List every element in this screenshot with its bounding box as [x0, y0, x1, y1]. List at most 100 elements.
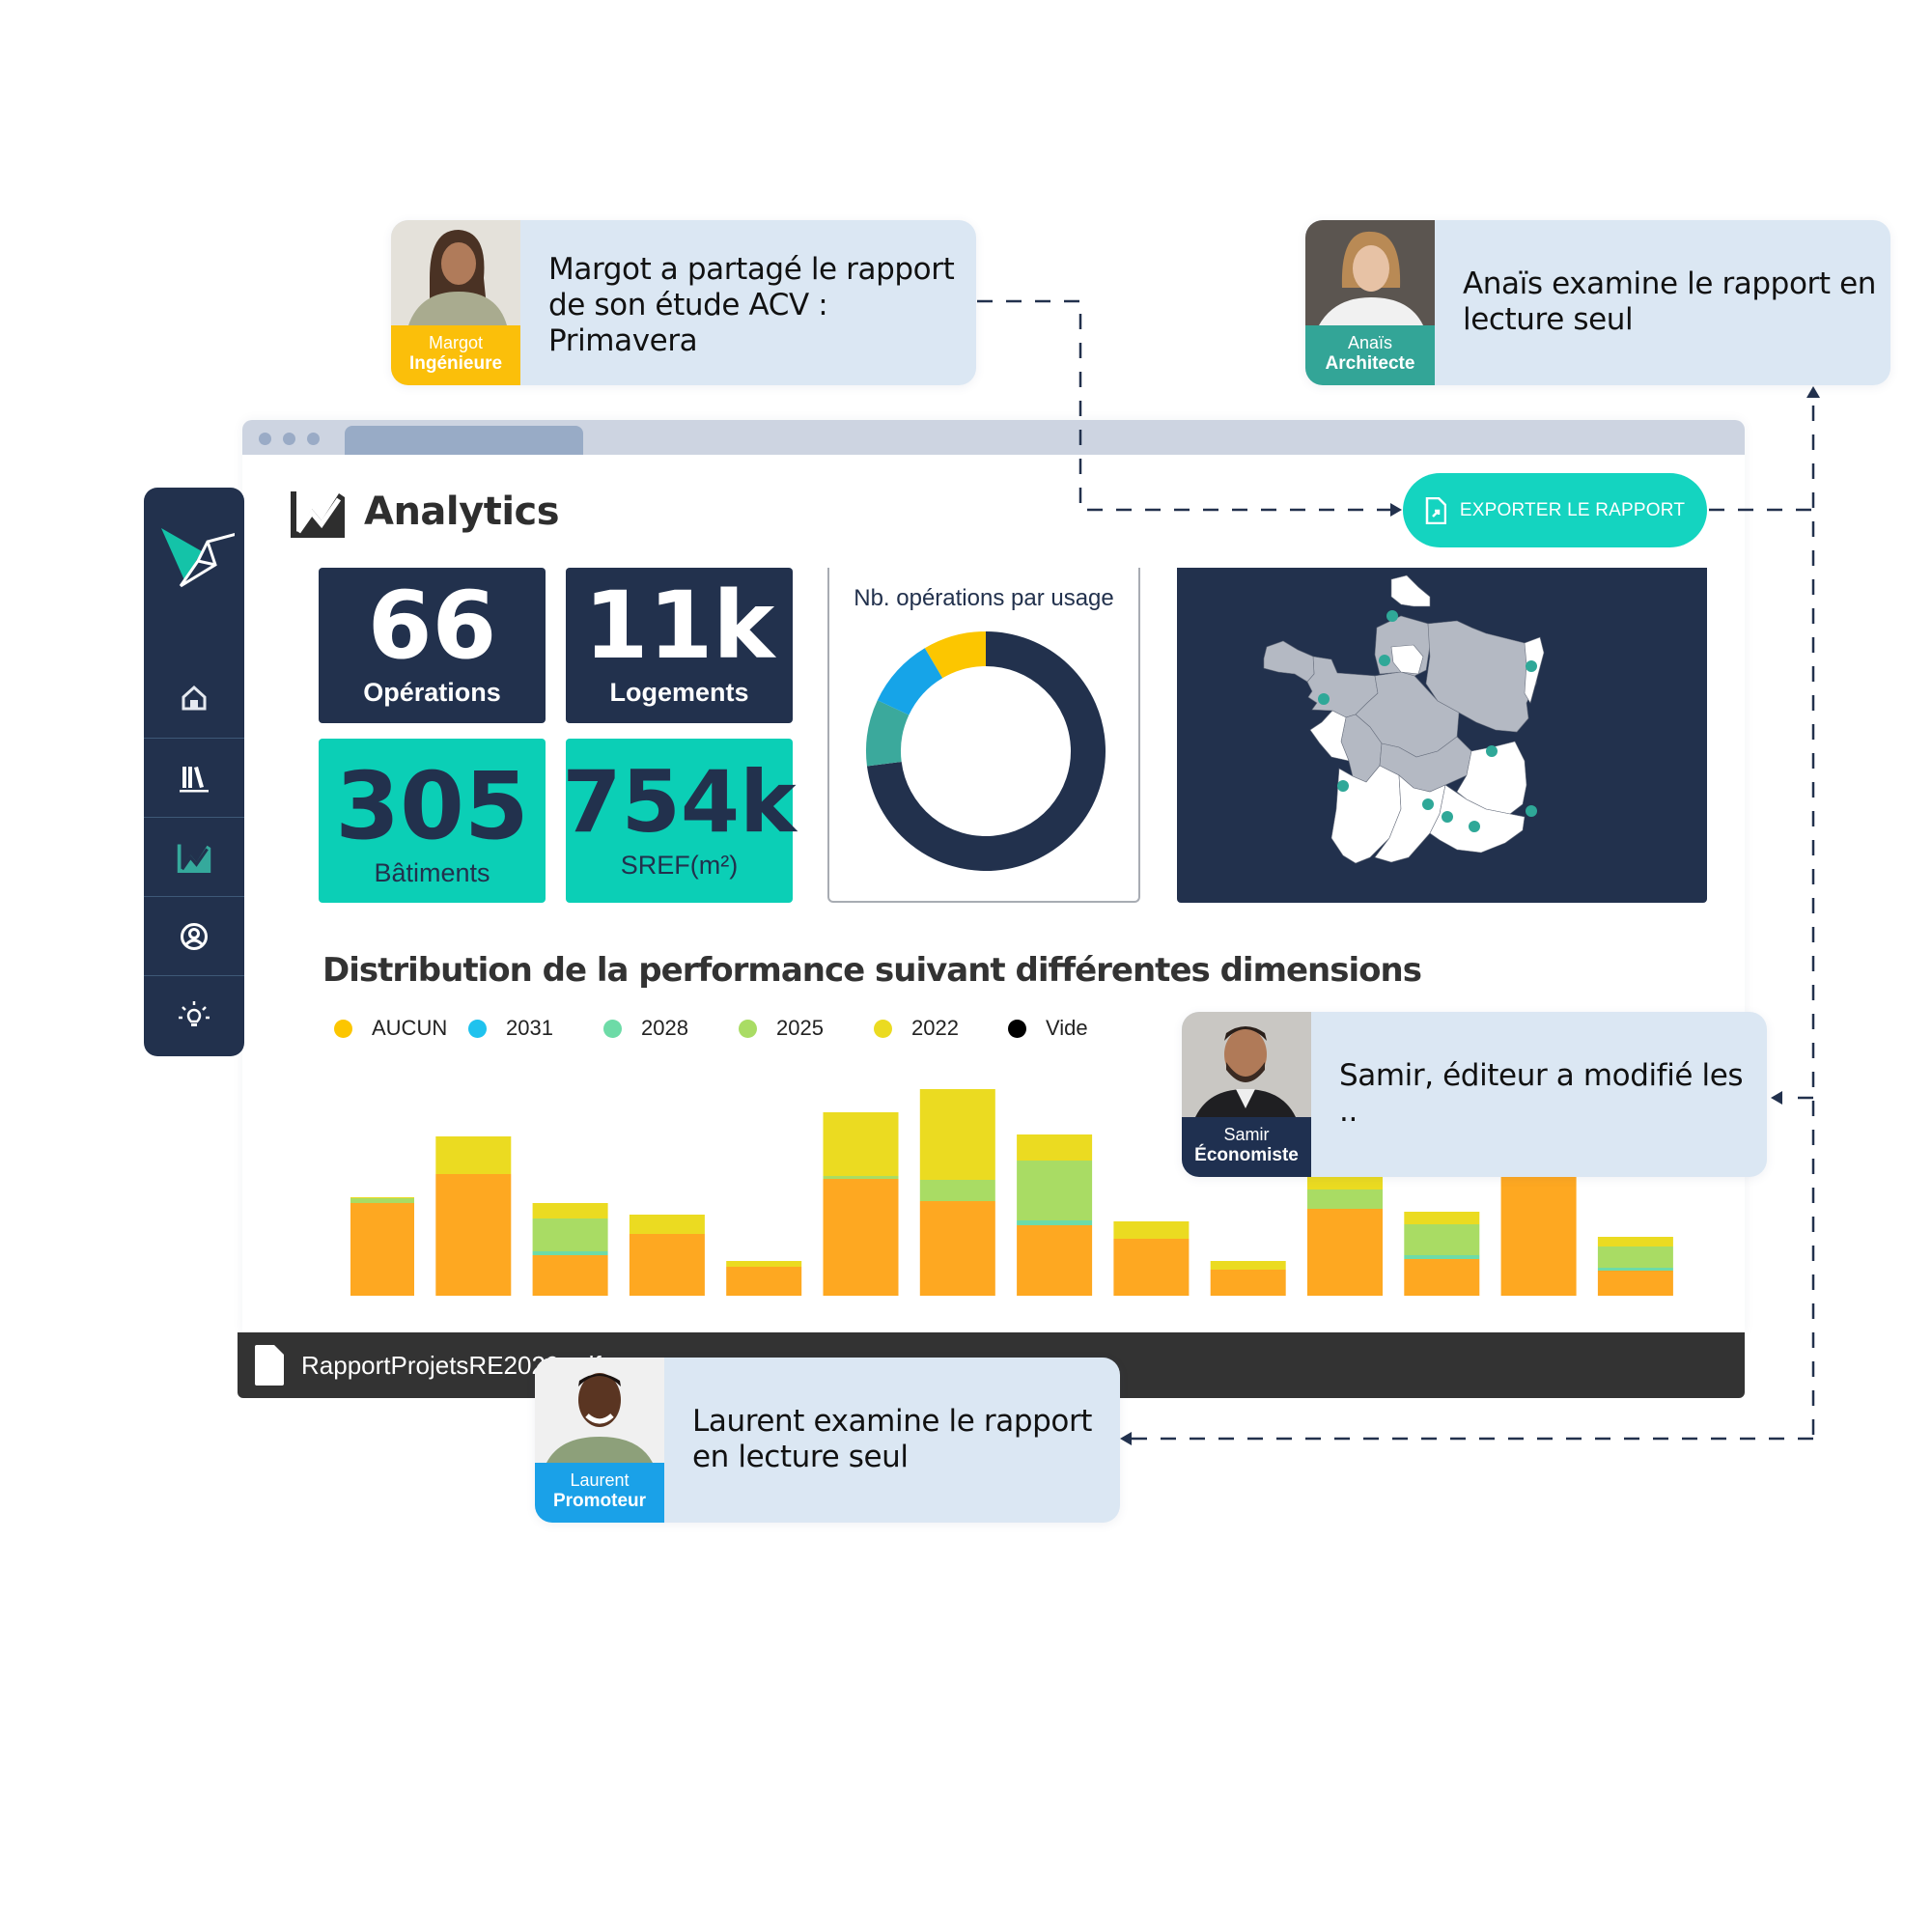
bar-segment-2028[interactable]: [1404, 1255, 1480, 1259]
bar-segment-2025[interactable]: [1597, 1246, 1673, 1268]
bar-segment-2022[interactable]: [1597, 1237, 1673, 1246]
legend-label: 2022: [911, 1016, 959, 1040]
bar-segment-2022[interactable]: [435, 1136, 512, 1174]
stat-label: Opérations: [363, 678, 501, 707]
bar-segment-aucun[interactable]: [532, 1255, 608, 1296]
legend-label: AUCUN: [372, 1016, 448, 1040]
map-marker: [1469, 821, 1480, 832]
bar-segment-aucun[interactable]: [435, 1174, 512, 1296]
legend-item[interactable]: Vide: [1008, 1016, 1088, 1041]
legend-item[interactable]: 2022: [874, 1016, 959, 1041]
bar-segment-2028[interactable]: [1017, 1220, 1093, 1225]
bar-segment-2025[interactable]: [532, 1218, 608, 1251]
bar-segment-2022[interactable]: [1404, 1212, 1480, 1224]
analytics-icon: [177, 843, 211, 873]
bar-segment-aucun[interactable]: [1017, 1225, 1093, 1296]
activity-card-anais[interactable]: Anaïs Architecte Anaïs examine le rappor…: [1305, 220, 1890, 385]
bar-segment-2025[interactable]: [919, 1180, 995, 1201]
legend-label: Vide: [1046, 1016, 1088, 1040]
window-dot-icon[interactable]: [259, 433, 271, 445]
stat-card-batiments[interactable]: 305 Bâtiments: [319, 739, 546, 903]
legend-label: 2025: [776, 1016, 824, 1040]
map-marker: [1422, 798, 1434, 810]
bar-segment-2025[interactable]: [1404, 1224, 1480, 1255]
analytics-icon: [291, 491, 345, 538]
bar-segment-2028[interactable]: [1597, 1268, 1673, 1271]
legend-label: 2031: [506, 1016, 553, 1040]
legend-item[interactable]: AUCUN: [334, 1016, 447, 1041]
bar-segment-2022[interactable]: [629, 1215, 705, 1234]
bar-segment-aucun[interactable]: [919, 1201, 995, 1296]
bar-segment-2022[interactable]: [350, 1197, 414, 1198]
donut-slice[interactable]: [924, 631, 987, 679]
legend-dot-icon: [874, 1019, 892, 1038]
bar-segment-2022[interactable]: [823, 1112, 899, 1176]
export-report-button[interactable]: EXPORTER LE RAPPORT: [1403, 473, 1707, 547]
bar-segment-2022[interactable]: [1017, 1134, 1093, 1161]
france-map-panel: [1177, 568, 1707, 903]
avatar: Margot Ingénieure: [391, 220, 520, 385]
legend-label: 2028: [641, 1016, 688, 1040]
sidebar-item-profile[interactable]: [144, 896, 244, 975]
legend-dot-icon: [739, 1019, 757, 1038]
avatar: Samir Économiste: [1182, 1012, 1311, 1177]
sidebar-item-home[interactable]: [144, 658, 244, 738]
map-marker: [1318, 693, 1330, 705]
sidebar-item-analytics[interactable]: [144, 817, 244, 896]
page-title: Analytics: [364, 490, 560, 534]
bar-segment-2025[interactable]: [1017, 1161, 1093, 1220]
bar-segment-aucun[interactable]: [629, 1234, 705, 1296]
bar-segment-2022[interactable]: [726, 1261, 802, 1267]
bar-segment-2022[interactable]: [532, 1203, 608, 1218]
bar-segment-aucun[interactable]: [1597, 1271, 1673, 1296]
bar-segment-aucun[interactable]: [1113, 1239, 1190, 1296]
map-marker: [1386, 610, 1398, 622]
legend-item[interactable]: 2025: [739, 1016, 824, 1041]
avatar-photo: [391, 220, 520, 325]
bar-segment-2022[interactable]: [919, 1089, 995, 1180]
bar-segment-2025[interactable]: [350, 1198, 414, 1203]
bar-segment-2022[interactable]: [1210, 1261, 1286, 1270]
bar-segment-aucun[interactable]: [1500, 1161, 1577, 1296]
avatar-photo: [535, 1358, 664, 1463]
donut-slice[interactable]: [877, 648, 943, 716]
bar-segment-2022[interactable]: [1113, 1221, 1190, 1239]
map-region-active: [1263, 640, 1315, 683]
export-file-icon: [1425, 496, 1446, 524]
chart-title: Distribution de la performance suivant d…: [322, 951, 1422, 990]
home-icon: [182, 685, 207, 711]
browser-tab[interactable]: [345, 426, 583, 455]
bar-segment-aucun[interactable]: [823, 1179, 899, 1296]
legend-dot-icon: [603, 1019, 622, 1038]
sidebar-item-library[interactable]: [144, 738, 244, 817]
france-map: [1263, 574, 1545, 864]
stat-card-logements[interactable]: 11k Logements: [566, 568, 793, 723]
stat-card-operations[interactable]: 66 Opérations: [319, 568, 546, 723]
legend-item[interactable]: 2028: [603, 1016, 688, 1041]
avatar: Laurent Promoteur: [535, 1358, 664, 1523]
stat-card-sref[interactable]: 754k SREF(m²): [562, 739, 797, 903]
person-photo-icon: [546, 1373, 653, 1463]
activity-card-laurent[interactable]: Laurent Promoteur Laurent examine le rap…: [535, 1358, 1120, 1523]
bar-segment-2025[interactable]: [1307, 1190, 1383, 1209]
window-dot-icon[interactable]: [307, 433, 320, 445]
stat-label: SREF(m²): [620, 851, 739, 880]
donut-slice[interactable]: [866, 700, 910, 767]
activity-message: Laurent examine le rapport en lecture se…: [692, 1404, 1093, 1474]
activity-card-samir[interactable]: Samir Économiste Samir, éditeur a modifi…: [1182, 1012, 1767, 1177]
bar-segment-aucun[interactable]: [726, 1267, 802, 1296]
stat-value: 11k: [583, 572, 775, 680]
bar-segment-aucun[interactable]: [1210, 1270, 1286, 1296]
legend-item[interactable]: 2031: [468, 1016, 553, 1041]
activity-card-margot[interactable]: Margot Ingénieure Margot a partagé le ra…: [391, 220, 976, 385]
bar-segment-aucun[interactable]: [350, 1203, 414, 1296]
bar-segment-aucun[interactable]: [1404, 1259, 1480, 1296]
sidebar-item-ideas[interactable]: [144, 975, 244, 1054]
person-photo-icon: [408, 230, 507, 325]
bar-segment-2025[interactable]: [823, 1176, 899, 1179]
bar-segment-aucun[interactable]: [1307, 1209, 1383, 1296]
role-band: Anaïs Architecte: [1305, 325, 1435, 385]
app-logo-icon[interactable]: [154, 517, 235, 598]
bar-segment-2028[interactable]: [532, 1251, 608, 1255]
window-dot-icon[interactable]: [283, 433, 295, 445]
